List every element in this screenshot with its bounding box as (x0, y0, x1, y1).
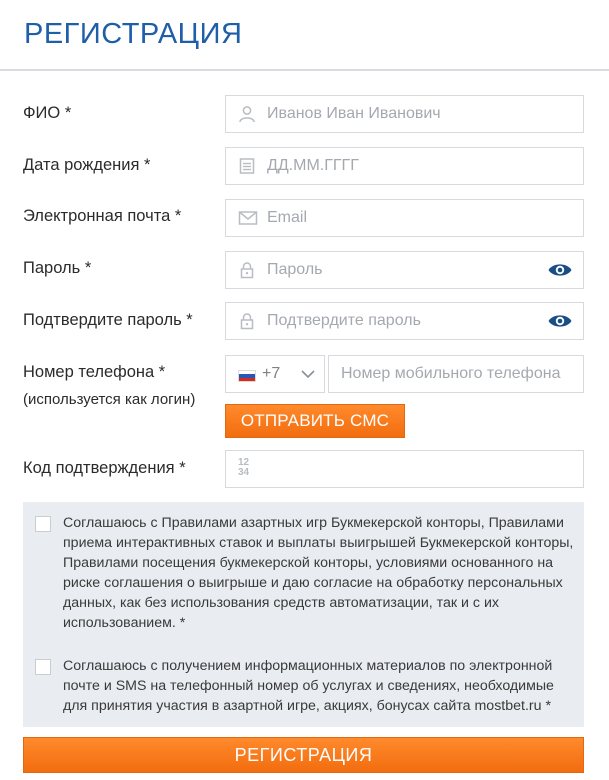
confirm-password-placeholder: Подтвердите пароль (267, 312, 421, 329)
lock-icon (240, 313, 254, 330)
envelope-icon (238, 211, 258, 225)
country-code: +7 (262, 365, 281, 382)
phone-placeholder: Номер мобильного телефона (341, 365, 561, 382)
email-label: Электронная почта * (23, 207, 182, 225)
email-field[interactable]: Email (225, 199, 584, 237)
password-label: Пароль * (23, 259, 92, 277)
eye-icon[interactable] (547, 312, 573, 330)
marketing-consent-text: Соглашаюсь с получением информационных м… (63, 658, 554, 714)
confirm-password-label: Подтвердите пароль * (23, 311, 193, 329)
calendar-icon (239, 158, 255, 174)
fio-label: ФИО * (23, 104, 72, 122)
code-field[interactable]: 12 34 (225, 450, 584, 488)
phone-input[interactable]: Номер мобильного телефона (328, 355, 584, 393)
register-button[interactable]: РЕГИСТРАЦИЯ (23, 737, 584, 773)
email-placeholder: Email (267, 209, 308, 226)
send-sms-button[interactable]: ОТПРАВИТЬ СМС (225, 404, 405, 438)
code-label: Код подтверждения * (23, 459, 186, 477)
header-bar: РЕГИСТРАЦИЯ (0, 0, 609, 71)
phone-label: Номер телефона * (23, 363, 166, 381)
numbers-icon: 12 34 (238, 457, 250, 478)
rules-consent-checkbox[interactable] (35, 516, 51, 532)
fio-placeholder: Иванов Иван Иванович (267, 105, 441, 122)
birth-placeholder: ДД.ММ.ГГГГ (267, 157, 359, 174)
russia-flag-icon (238, 370, 256, 382)
user-icon (239, 106, 255, 123)
page-title: РЕГИСТРАЦИЯ (24, 18, 243, 50)
phone-sublabel: (используется как логин) (23, 391, 196, 408)
lock-icon (240, 262, 254, 279)
birth-label: Дата рождения * (23, 156, 151, 174)
chevron-down-icon (301, 370, 315, 379)
marketing-consent-checkbox[interactable] (35, 659, 51, 675)
consent-box: Соглашаюсь с Правилами азартных игр Букм… (23, 502, 584, 727)
fio-field[interactable]: Иванов Иван Иванович (225, 95, 584, 133)
password-placeholder: Пароль (267, 261, 323, 278)
rules-consent-text: Соглашаюсь с Правилами азартных игр Букм… (63, 515, 574, 631)
country-code-select[interactable]: +7 (225, 355, 325, 393)
password-field[interactable]: Пароль (225, 251, 584, 289)
eye-icon[interactable] (547, 261, 573, 279)
confirm-password-field[interactable]: Подтвердите пароль (225, 302, 584, 340)
birth-date-field[interactable]: ДД.ММ.ГГГГ (225, 147, 584, 185)
